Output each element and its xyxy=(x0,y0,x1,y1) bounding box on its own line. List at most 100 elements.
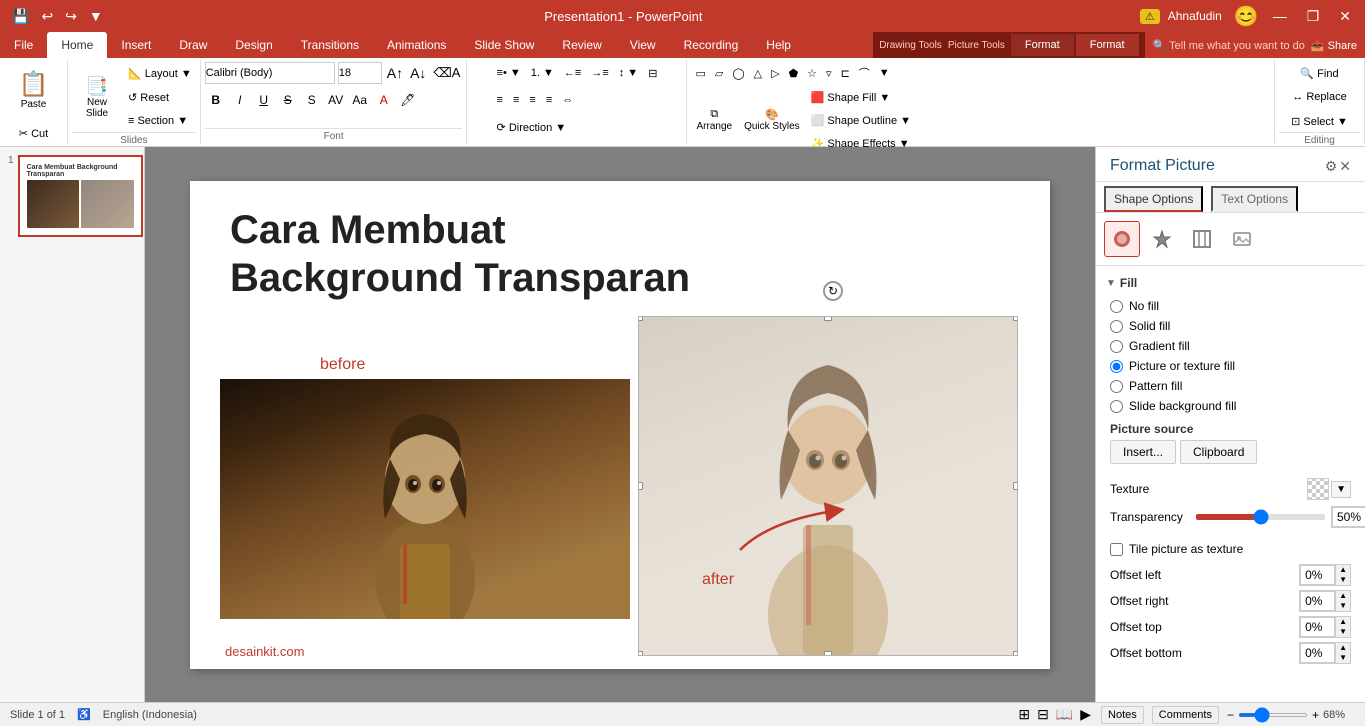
offset-bottom-value[interactable]: 0% xyxy=(1300,643,1335,663)
size-properties-icon-btn[interactable] xyxy=(1184,221,1220,257)
handle-br[interactable] xyxy=(1013,651,1018,656)
align-center-btn[interactable]: ≡ xyxy=(509,89,523,111)
undo-btn[interactable]: ↩ xyxy=(37,6,57,27)
tab-insert[interactable]: Insert xyxy=(107,32,165,58)
slide-sorter-btn[interactable]: ⊟ xyxy=(1035,704,1051,725)
tile-checkbox[interactable] xyxy=(1110,543,1123,556)
pattern-fill-radio[interactable] xyxy=(1110,380,1123,393)
tab-recording[interactable]: Recording xyxy=(670,32,753,58)
shape-btn-5[interactable]: ▷ xyxy=(767,62,783,84)
offset-left-down[interactable]: ▼ xyxy=(1336,575,1350,585)
text-options-tab[interactable]: Text Options xyxy=(1211,186,1298,212)
comments-btn[interactable]: Comments xyxy=(1152,706,1219,724)
restore-btn[interactable]: ❐ xyxy=(1301,6,1326,27)
replace-btn[interactable]: ↔ Replace xyxy=(1288,86,1350,108)
solid-fill-option[interactable]: Solid fill xyxy=(1110,316,1351,336)
slide-bg-fill-option[interactable]: Slide background fill xyxy=(1110,396,1351,416)
offset-right-up[interactable]: ▲ xyxy=(1336,591,1350,601)
offset-right-down[interactable]: ▼ xyxy=(1336,601,1350,611)
normal-view-btn[interactable]: ⊞ xyxy=(1016,704,1032,725)
fill-section-header[interactable]: ▼ Fill xyxy=(1096,272,1365,294)
canvas-area[interactable]: Cara Membuat Background Transparan befor… xyxy=(145,147,1095,702)
offset-bottom-up[interactable]: ▲ xyxy=(1336,643,1350,653)
slideshow-btn[interactable]: ▶ xyxy=(1078,704,1093,725)
shape-btn-4[interactable]: △ xyxy=(750,62,766,84)
offset-bottom-down[interactable]: ▼ xyxy=(1336,653,1350,663)
panel-close-btn[interactable]: ✕ xyxy=(1339,158,1351,175)
reset-btn[interactable]: ↺ Reset xyxy=(124,86,196,108)
save-btn[interactable]: 💾 xyxy=(8,6,33,27)
redo-btn[interactable]: ↪ xyxy=(61,6,81,27)
find-btn[interactable]: 🔍 Find xyxy=(1296,62,1342,84)
align-right-btn[interactable]: ≡ xyxy=(525,89,539,111)
slide-bg-fill-radio[interactable] xyxy=(1110,400,1123,413)
shape-btn-2[interactable]: ▱ xyxy=(711,62,727,84)
numbering-btn[interactable]: 1. ▼ xyxy=(527,62,558,84)
solid-fill-radio[interactable] xyxy=(1110,320,1123,333)
picture-icon-btn[interactable] xyxy=(1224,221,1260,257)
tab-draw[interactable]: Draw xyxy=(165,32,221,58)
tab-animations[interactable]: Animations xyxy=(373,32,460,58)
minimize-btn[interactable]: — xyxy=(1267,6,1293,26)
shape-fill-btn[interactable]: 🟥 Shape Fill ▼ xyxy=(807,86,915,108)
tab-help[interactable]: Help xyxy=(752,32,805,58)
highlight-btn[interactable]: 🖊 xyxy=(397,89,419,111)
rtl-btn[interactable]: ⇔ xyxy=(558,89,577,111)
shape-btn-1[interactable]: ▭ xyxy=(691,62,709,84)
shape-btn-10[interactable]: ⌒ xyxy=(855,62,874,84)
transparency-slider[interactable] xyxy=(1196,514,1325,520)
shape-btn-3[interactable]: ◯ xyxy=(728,62,748,84)
layout-btn[interactable]: 📐 Layout ▼ xyxy=(124,62,196,84)
font-name-input[interactable] xyxy=(205,62,335,84)
justify-btn[interactable]: ≡ xyxy=(542,89,556,111)
no-fill-radio[interactable] xyxy=(1110,300,1123,313)
clipboard-picture-btn[interactable]: Clipboard xyxy=(1180,440,1257,464)
bold-btn[interactable]: B xyxy=(205,89,227,111)
zoom-in-btn[interactable]: + xyxy=(1312,708,1319,722)
handle-tl[interactable] xyxy=(638,316,643,321)
new-slide-btn[interactable]: 📑 New Slide xyxy=(72,69,122,125)
picture-fill-option[interactable]: Picture or texture fill xyxy=(1110,356,1351,376)
shape-btn-7[interactable]: ☆ xyxy=(803,62,821,84)
gradient-fill-option[interactable]: Gradient fill xyxy=(1110,336,1351,356)
underline-btn[interactable]: U xyxy=(253,89,275,111)
handle-ml[interactable] xyxy=(638,482,643,490)
rotate-handle[interactable]: ↻ xyxy=(823,281,843,301)
shape-btn-8[interactable]: ▿ xyxy=(822,62,836,84)
handle-bl[interactable] xyxy=(638,651,643,656)
quick-styles-btn[interactable]: 🎨Quick Styles xyxy=(739,98,805,142)
fill-line-icon-btn[interactable] xyxy=(1104,221,1140,257)
after-image[interactable] xyxy=(638,316,1018,656)
handle-tm[interactable] xyxy=(824,316,832,321)
handle-mr[interactable] xyxy=(1013,482,1018,490)
customize-qa-btn[interactable]: ▼ xyxy=(85,6,107,26)
no-fill-option[interactable]: No fill xyxy=(1110,296,1351,316)
arrange-btn[interactable]: ⧉Arrange xyxy=(691,98,737,142)
offset-top-up[interactable]: ▲ xyxy=(1336,617,1350,627)
align-left-btn[interactable]: ≡ xyxy=(493,89,507,111)
offset-left-up[interactable]: ▲ xyxy=(1336,565,1350,575)
tab-transitions[interactable]: Transitions xyxy=(287,32,373,58)
offset-top-value[interactable]: 0% xyxy=(1300,617,1335,637)
bullets-btn[interactable]: ≡• ▼ xyxy=(493,62,525,84)
tell-me-box[interactable]: 🔍 Tell me what you want to do xyxy=(1153,39,1305,52)
decrease-font-btn[interactable]: A↓ xyxy=(408,63,428,83)
shadow-btn[interactable]: S xyxy=(301,89,323,111)
picture-fill-radio[interactable] xyxy=(1110,360,1123,373)
zoom-out-btn[interactable]: − xyxy=(1227,708,1234,722)
strikethrough-btn[interactable]: S xyxy=(277,89,299,111)
tab-view[interactable]: View xyxy=(616,32,670,58)
more-shapes-btn[interactable]: ▼ xyxy=(875,62,894,84)
char-spacing-btn[interactable]: AV xyxy=(325,89,347,111)
shape-outline-btn[interactable]: ⬜ Shape Outline ▼ xyxy=(807,109,915,131)
pattern-fill-option[interactable]: Pattern fill xyxy=(1110,376,1351,396)
tab-slideshow[interactable]: Slide Show xyxy=(460,32,548,58)
tab-format-picture[interactable]: Format xyxy=(1076,34,1139,56)
shape-btn-6[interactable]: ⬟ xyxy=(785,62,803,84)
reading-view-btn[interactable]: 📖 xyxy=(1054,704,1075,725)
notes-btn[interactable]: Notes xyxy=(1101,706,1144,724)
zoom-level[interactable]: 68% xyxy=(1323,709,1355,721)
decrease-indent-btn[interactable]: ←≡ xyxy=(560,62,585,84)
case-btn[interactable]: Aa xyxy=(349,89,371,111)
font-size-input[interactable] xyxy=(338,62,382,84)
